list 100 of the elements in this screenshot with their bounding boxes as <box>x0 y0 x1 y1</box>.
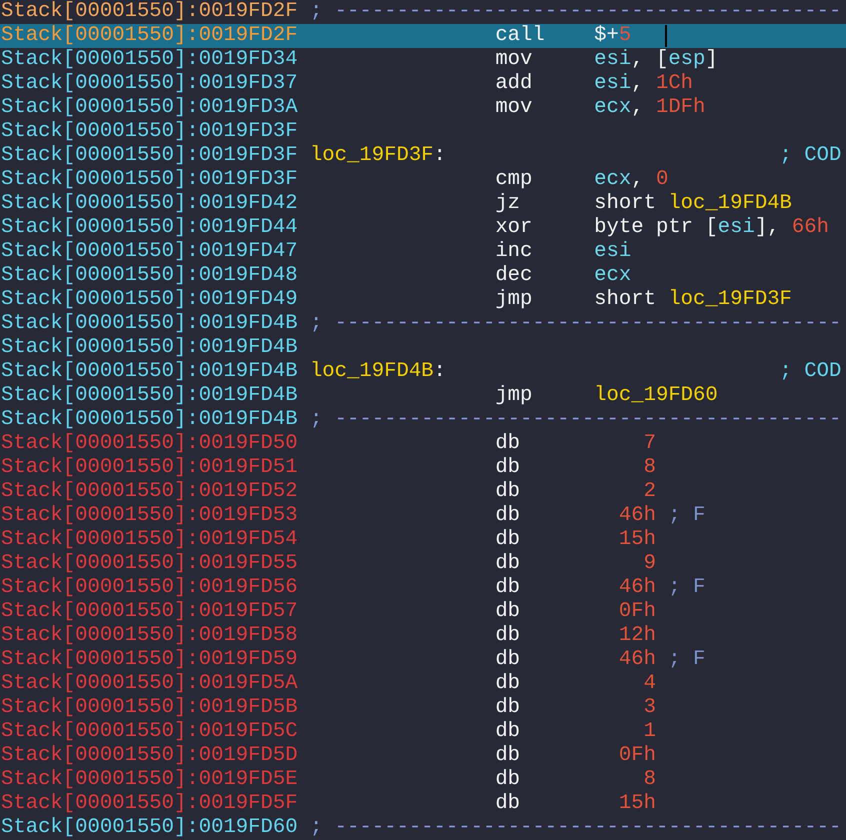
byte-value: 0Fh <box>618 744 656 768</box>
code-line[interactable]: Stack[00001550]:0019FD48 dec ecx <box>0 264 846 288</box>
mnemonic: db <box>495 648 520 672</box>
code-line[interactable]: Stack[00001550]:0019FD49 jmp short loc_19FD3F <box>0 288 846 312</box>
operand: esi <box>594 240 632 264</box>
code-line[interactable]: Stack[00001550]:0019FD4B <box>0 336 846 360</box>
code-label[interactable]: loc_19FD3F: <box>310 144 446 168</box>
char-comment: ; F <box>668 504 706 528</box>
code-line[interactable]: Stack[00001550]:0019FD37 add esi, 1Ch <box>0 72 846 96</box>
code-line[interactable]: Stack[00001550]:0019FD4B loc_19FD4B: ; COD <box>0 360 846 384</box>
address: Stack[00001550]:0019FD2F <box>1 24 298 48</box>
address: Stack[00001550]:0019FD51 <box>1 456 298 480</box>
operand: esi, [esp] <box>594 48 718 72</box>
char-comment: ; F <box>668 648 706 672</box>
address: Stack[00001550]:0019FD5E <box>1 768 298 792</box>
mnemonic: mov <box>495 48 532 72</box>
code-line[interactable]: Stack[00001550]:0019FD60 ; ----------------------------------------- <box>0 816 846 840</box>
address: Stack[00001550]:0019FD52 <box>1 480 298 504</box>
code-line[interactable]: Stack[00001550]:0019FD50 db 7 <box>0 432 846 456</box>
code-line[interactable]: Stack[00001550]:0019FD55 db 9 <box>0 552 846 576</box>
code-line[interactable]: Stack[00001550]:0019FD42 jz short loc_19FD4B <box>0 192 846 216</box>
separator-comment: ; ----------------------------------------- <box>310 312 842 336</box>
address: Stack[00001550]:0019FD56 <box>1 576 298 600</box>
text-cursor <box>664 25 667 47</box>
separator-comment: ; ----------------------------------------- <box>310 0 842 24</box>
operand: $+5 <box>594 24 632 48</box>
byte-value: 46h <box>618 576 656 600</box>
code-line[interactable]: Stack[00001550]:0019FD3A mov ecx, 1DFh <box>0 96 846 120</box>
address: Stack[00001550]:0019FD4B <box>1 312 298 336</box>
address: Stack[00001550]:0019FD60 <box>1 816 298 840</box>
mnemonic: mov <box>495 96 532 120</box>
address: Stack[00001550]:0019FD53 <box>1 504 298 528</box>
address: Stack[00001550]:0019FD57 <box>1 600 298 624</box>
code-line[interactable]: Stack[00001550]:0019FD3F loc_19FD3F: ; COD <box>0 144 846 168</box>
address: Stack[00001550]:0019FD4B <box>1 384 298 408</box>
byte-value: 8 <box>644 768 656 792</box>
code-line[interactable]: Stack[00001550]:0019FD3F cmp ecx, 0 <box>0 168 846 192</box>
byte-value: 15h <box>618 792 656 816</box>
operand: esi, 1Ch <box>594 72 694 96</box>
code-line[interactable]: Stack[00001550]:0019FD4B jmp loc_19FD60 <box>0 384 846 408</box>
code-line[interactable]: Stack[00001550]:0019FD54 db 15h <box>0 528 846 552</box>
mnemonic: db <box>495 576 520 600</box>
code-line[interactable]: Stack[00001550]:0019FD57 db 0Fh <box>0 600 846 624</box>
mnemonic: db <box>495 432 520 456</box>
mnemonic: add <box>495 72 532 96</box>
mnemonic: jmp <box>495 288 532 312</box>
code-line[interactable]: Stack[00001550]:0019FD47 inc esi <box>0 240 846 264</box>
mnemonic: jz <box>495 192 520 216</box>
operand: ecx, 1DFh <box>594 96 706 120</box>
code-line[interactable]: Stack[00001550]:0019FD5B db 3 <box>0 696 846 720</box>
code-line[interactable]: Stack[00001550]:0019FD59 db 46h ; F <box>0 648 846 672</box>
byte-value: 8 <box>644 456 656 480</box>
code-line[interactable]: Stack[00001550]:0019FD58 db 12h <box>0 624 846 648</box>
address: Stack[00001550]:0019FD5A <box>1 672 298 696</box>
code-line[interactable]: Stack[00001550]:0019FD56 db 46h ; F <box>0 576 846 600</box>
mnemonic: db <box>495 600 520 624</box>
mnemonic: jmp <box>495 384 532 408</box>
xref-comment: ; COD <box>780 360 842 384</box>
mnemonic: db <box>495 720 520 744</box>
code-line[interactable]: Stack[00001550]:0019FD44 xor byte ptr [esi], 66h <box>0 216 846 240</box>
byte-value: 1 <box>644 720 656 744</box>
address: Stack[00001550]:0019FD3F <box>1 144 298 168</box>
mnemonic: dec <box>495 264 532 288</box>
address: Stack[00001550]:0019FD58 <box>1 624 298 648</box>
byte-value: 2 <box>644 480 656 504</box>
separator-comment: ; ----------------------------------------- <box>310 816 842 840</box>
operand: byte ptr [esi], 66h <box>594 216 829 240</box>
address: Stack[00001550]:0019FD44 <box>1 216 298 240</box>
code-line[interactable]: Stack[00001550]:0019FD5D db 0Fh <box>0 744 846 768</box>
code-line[interactable]: Stack[00001550]:0019FD51 db 8 <box>0 456 846 480</box>
address: Stack[00001550]:0019FD4B <box>1 360 298 384</box>
code-line[interactable]: Stack[00001550]:0019FD3F <box>0 120 846 144</box>
mnemonic: db <box>495 456 520 480</box>
byte-value: 7 <box>644 432 656 456</box>
code-line[interactable]: Stack[00001550]:0019FD5A db 4 <box>0 672 846 696</box>
code-line[interactable]: Stack[00001550]:0019FD52 db 2 <box>0 480 846 504</box>
operand: short loc_19FD4B <box>594 192 792 216</box>
char-comment: ; F <box>668 576 706 600</box>
address: Stack[00001550]:0019FD4B <box>1 336 298 360</box>
byte-value: 12h <box>618 624 656 648</box>
xref-comment: ; COD <box>780 144 842 168</box>
code-line[interactable]: Stack[00001550]:0019FD2F ; ----------------------------------------- <box>0 0 846 24</box>
code-line[interactable]: Stack[00001550]:0019FD53 db 46h ; F <box>0 504 846 528</box>
mnemonic: cmp <box>495 168 532 192</box>
code-line[interactable]: Stack[00001550]:0019FD34 mov esi, [esp] <box>0 48 846 72</box>
address: Stack[00001550]:0019FD3F <box>1 168 298 192</box>
code-label[interactable]: loc_19FD4B: <box>310 360 446 384</box>
code-line[interactable]: Stack[00001550]:0019FD4B ; ----------------------------------------- <box>0 312 846 336</box>
code-line[interactable]: Stack[00001550]:0019FD4B ; ----------------------------------------- <box>0 408 846 432</box>
code-line[interactable]: Stack[00001550]:0019FD5E db 8 <box>0 768 846 792</box>
mnemonic: call <box>495 24 545 48</box>
address: Stack[00001550]:0019FD48 <box>1 264 298 288</box>
code-line[interactable]: Stack[00001550]:0019FD5F db 15h <box>0 792 846 816</box>
byte-value: 4 <box>644 672 656 696</box>
mnemonic: inc <box>495 240 532 264</box>
byte-value: 9 <box>644 552 656 576</box>
address: Stack[00001550]:0019FD50 <box>1 432 298 456</box>
mnemonic: xor <box>495 216 532 240</box>
address: Stack[00001550]:0019FD3F <box>1 120 298 144</box>
code-line[interactable]: Stack[00001550]:0019FD5C db 1 <box>0 720 846 744</box>
